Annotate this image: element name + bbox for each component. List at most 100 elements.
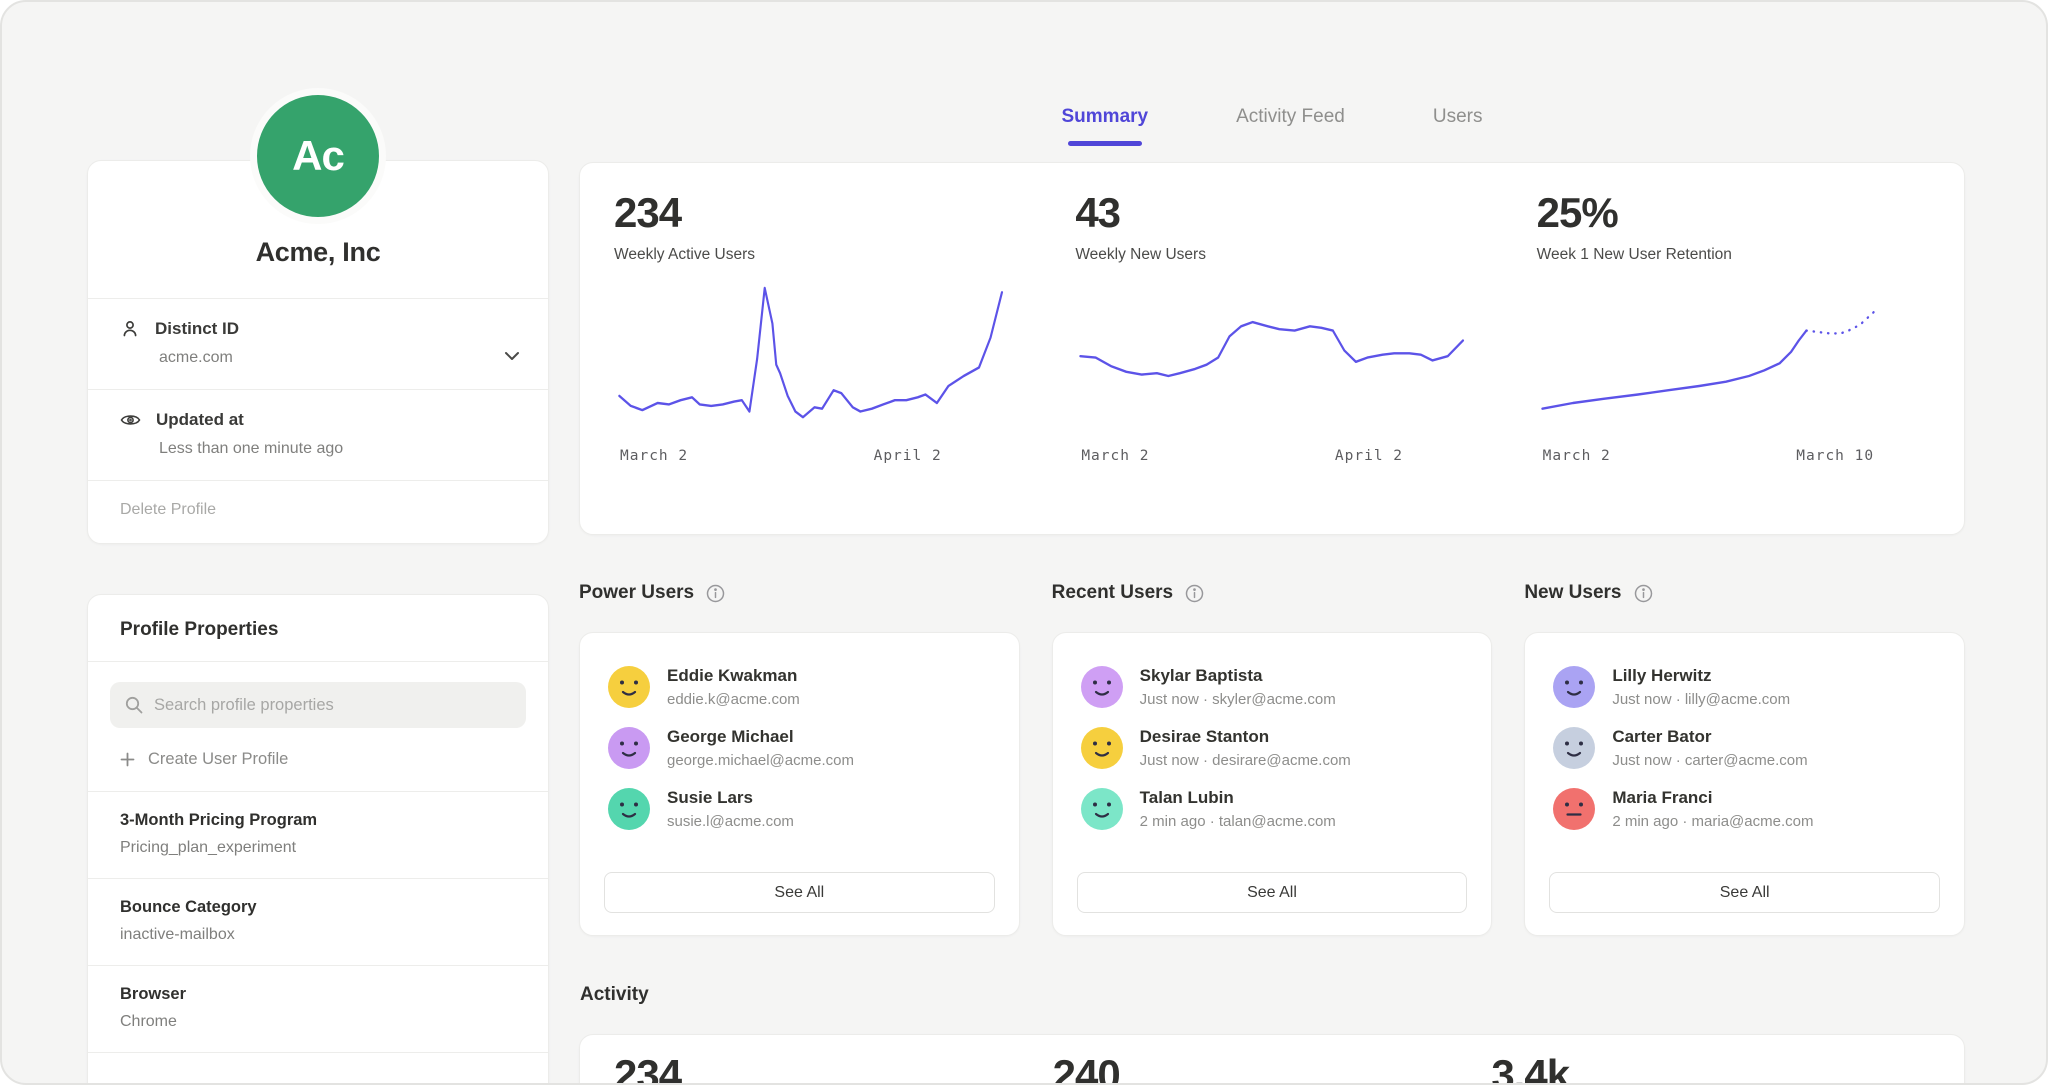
search-icon bbox=[124, 695, 144, 715]
user-row[interactable]: Susie Lars susie.l@acme.com bbox=[604, 781, 995, 842]
app-frame: Ac Acme, Inc Distinct ID acme.com bbox=[0, 0, 2048, 1085]
distinct-id-value: acme.com bbox=[159, 349, 518, 367]
section-title: Power Users bbox=[579, 582, 694, 604]
see-all-button[interactable]: See All bbox=[604, 872, 995, 913]
user-avatar bbox=[608, 727, 650, 769]
user-name: Desirae Stanton bbox=[1140, 727, 1351, 747]
see-all-button[interactable]: See All bbox=[1549, 872, 1940, 913]
user-name: Susie Lars bbox=[667, 788, 794, 808]
search-input[interactable] bbox=[154, 696, 512, 715]
info-icon[interactable] bbox=[1634, 584, 1653, 603]
section-title: Recent Users bbox=[1052, 582, 1173, 604]
user-avatar bbox=[1553, 727, 1595, 769]
user-row[interactable]: Talan Lubin 2 min ago · talan@acme.com bbox=[1077, 781, 1468, 842]
user-row[interactable]: George Michael george.michael@acme.com bbox=[604, 720, 995, 781]
user-activity-email: 2 min ago · talan@acme.com bbox=[1140, 813, 1336, 830]
x-tick-start: March 2 bbox=[1543, 448, 1611, 464]
profile-properties-card: Profile Properties Create User Profile 3… bbox=[87, 594, 549, 1085]
user-activity-email: Just now · skyler@acme.com bbox=[1140, 691, 1336, 708]
property-row-browser[interactable]: Browser Chrome bbox=[88, 966, 548, 1053]
user-row[interactable]: Desirae Stanton Just now · desirare@acme… bbox=[1077, 720, 1468, 781]
updated-at-value: Less than one minute ago bbox=[159, 440, 518, 458]
recent-users-card: Skylar Baptista Just now · skyler@acme.c… bbox=[1052, 632, 1493, 936]
delete-profile-button[interactable]: Delete Profile bbox=[88, 480, 548, 543]
user-avatar bbox=[608, 666, 650, 708]
user-name: Maria Franci bbox=[1612, 788, 1813, 808]
see-all-button[interactable]: See All bbox=[1077, 872, 1468, 913]
property-value: inactive-mailbox bbox=[120, 926, 516, 944]
stat-value: 25% bbox=[1537, 189, 1930, 237]
property-label: Browser bbox=[120, 985, 516, 1004]
distinct-id-row: Distinct ID acme.com bbox=[88, 298, 548, 389]
user-activity-email: Just now · carter@acme.com bbox=[1612, 752, 1807, 769]
property-label: 3-Month Pricing Program bbox=[120, 811, 516, 830]
user-avatar bbox=[1081, 666, 1123, 708]
user-row[interactable]: Maria Franci 2 min ago · maria@acme.com bbox=[1549, 781, 1940, 842]
user-avatar bbox=[1553, 788, 1595, 830]
user-avatar bbox=[1081, 788, 1123, 830]
activity-stat-value: 234 bbox=[614, 1051, 1053, 1085]
updated-at-label: Updated at bbox=[156, 410, 244, 430]
user-name: Talan Lubin bbox=[1140, 788, 1336, 808]
info-icon[interactable] bbox=[706, 584, 725, 603]
updated-at-row: Updated at Less than one minute ago bbox=[88, 389, 548, 480]
activity-section-title: Activity bbox=[580, 984, 649, 1006]
property-row-pricing-program[interactable]: 3-Month Pricing Program Pricing_plan_exp… bbox=[88, 792, 548, 879]
user-name: Carter Bator bbox=[1612, 727, 1807, 747]
user-avatar bbox=[608, 788, 650, 830]
user-cards-row: Eddie Kwakman eddie.k@acme.com George Mi… bbox=[579, 632, 1965, 936]
activity-card: 234 240 3.4k bbox=[579, 1034, 1965, 1085]
user-row[interactable]: Carter Bator Just now · carter@acme.com bbox=[1549, 720, 1940, 781]
recent-users-header: Recent Users bbox=[1052, 582, 1493, 604]
user-activity-email: Just now · lilly@acme.com bbox=[1612, 691, 1790, 708]
company-avatar: Ac bbox=[250, 88, 386, 224]
x-axis-labels: March 2 March 10 bbox=[1537, 448, 1930, 468]
x-tick-start: March 2 bbox=[1081, 448, 1149, 464]
property-row-bounce-category[interactable]: Bounce Category inactive-mailbox bbox=[88, 879, 548, 966]
info-icon[interactable] bbox=[1185, 584, 1204, 603]
power-users-header: Power Users bbox=[579, 582, 1020, 604]
create-user-profile-label: Create User Profile bbox=[148, 750, 288, 769]
tab-activity-feed[interactable]: Activity Feed bbox=[1236, 106, 1345, 146]
stat-label: Week 1 New User Retention bbox=[1537, 246, 1930, 264]
user-row[interactable]: Eddie Kwakman eddie.k@acme.com bbox=[604, 659, 995, 720]
x-tick-end: March 10 bbox=[1796, 448, 1874, 464]
chevron-down-icon[interactable] bbox=[504, 351, 520, 361]
stat-label: Weekly Active Users bbox=[614, 246, 1007, 264]
tab-users[interactable]: Users bbox=[1433, 106, 1483, 146]
user-row[interactable]: Skylar Baptista Just now · skyler@acme.c… bbox=[1077, 659, 1468, 720]
x-axis-labels: March 2 April 2 bbox=[1075, 448, 1468, 468]
property-value: Chrome bbox=[120, 1013, 516, 1031]
summary-stats-card: 234 Weekly Active Users March 2 April 2 … bbox=[579, 162, 1965, 535]
user-email: susie.l@acme.com bbox=[667, 813, 794, 830]
user-avatar bbox=[1081, 727, 1123, 769]
stat-weekly-new-users: 43 Weekly New Users March 2 April 2 bbox=[1041, 189, 1502, 508]
new-users-card: Lilly Herwitz Just now · lilly@acme.com … bbox=[1524, 632, 1965, 936]
activity-stat-value: 240 bbox=[1053, 1051, 1492, 1085]
person-icon bbox=[120, 319, 140, 339]
x-axis-labels: March 2 April 2 bbox=[614, 448, 1007, 468]
user-name: Lilly Herwitz bbox=[1612, 666, 1790, 686]
user-name: George Michael bbox=[667, 727, 854, 747]
user-activity-email: Just now · desirare@acme.com bbox=[1140, 752, 1351, 769]
user-name: Skylar Baptista bbox=[1140, 666, 1336, 686]
user-email: eddie.k@acme.com bbox=[667, 691, 800, 708]
property-label: Bounce Category bbox=[120, 898, 516, 917]
tab-summary[interactable]: Summary bbox=[1062, 106, 1149, 146]
main-tabs: Summary Activity Feed Users bbox=[579, 106, 1965, 146]
user-avatar bbox=[1553, 666, 1595, 708]
weekly-active-users-sparkline bbox=[614, 280, 1007, 442]
activity-stat-value: 3.4k bbox=[1491, 1051, 1930, 1085]
eye-icon bbox=[120, 412, 141, 428]
x-tick-start: March 2 bbox=[620, 448, 688, 464]
distinct-id-label: Distinct ID bbox=[155, 319, 239, 339]
stat-value: 43 bbox=[1075, 189, 1468, 237]
create-user-profile-button[interactable]: Create User Profile bbox=[88, 734, 548, 792]
property-value: Pricing_plan_experiment bbox=[120, 839, 516, 857]
stat-week1-retention: 25% Week 1 New User Retention March 2 Ma… bbox=[1503, 189, 1964, 508]
stat-value: 234 bbox=[614, 189, 1007, 237]
profile-properties-search[interactable] bbox=[110, 682, 526, 728]
user-row[interactable]: Lilly Herwitz Just now · lilly@acme.com bbox=[1549, 659, 1940, 720]
new-users-header: New Users bbox=[1524, 582, 1965, 604]
week1-retention-sparkline bbox=[1537, 280, 1930, 442]
